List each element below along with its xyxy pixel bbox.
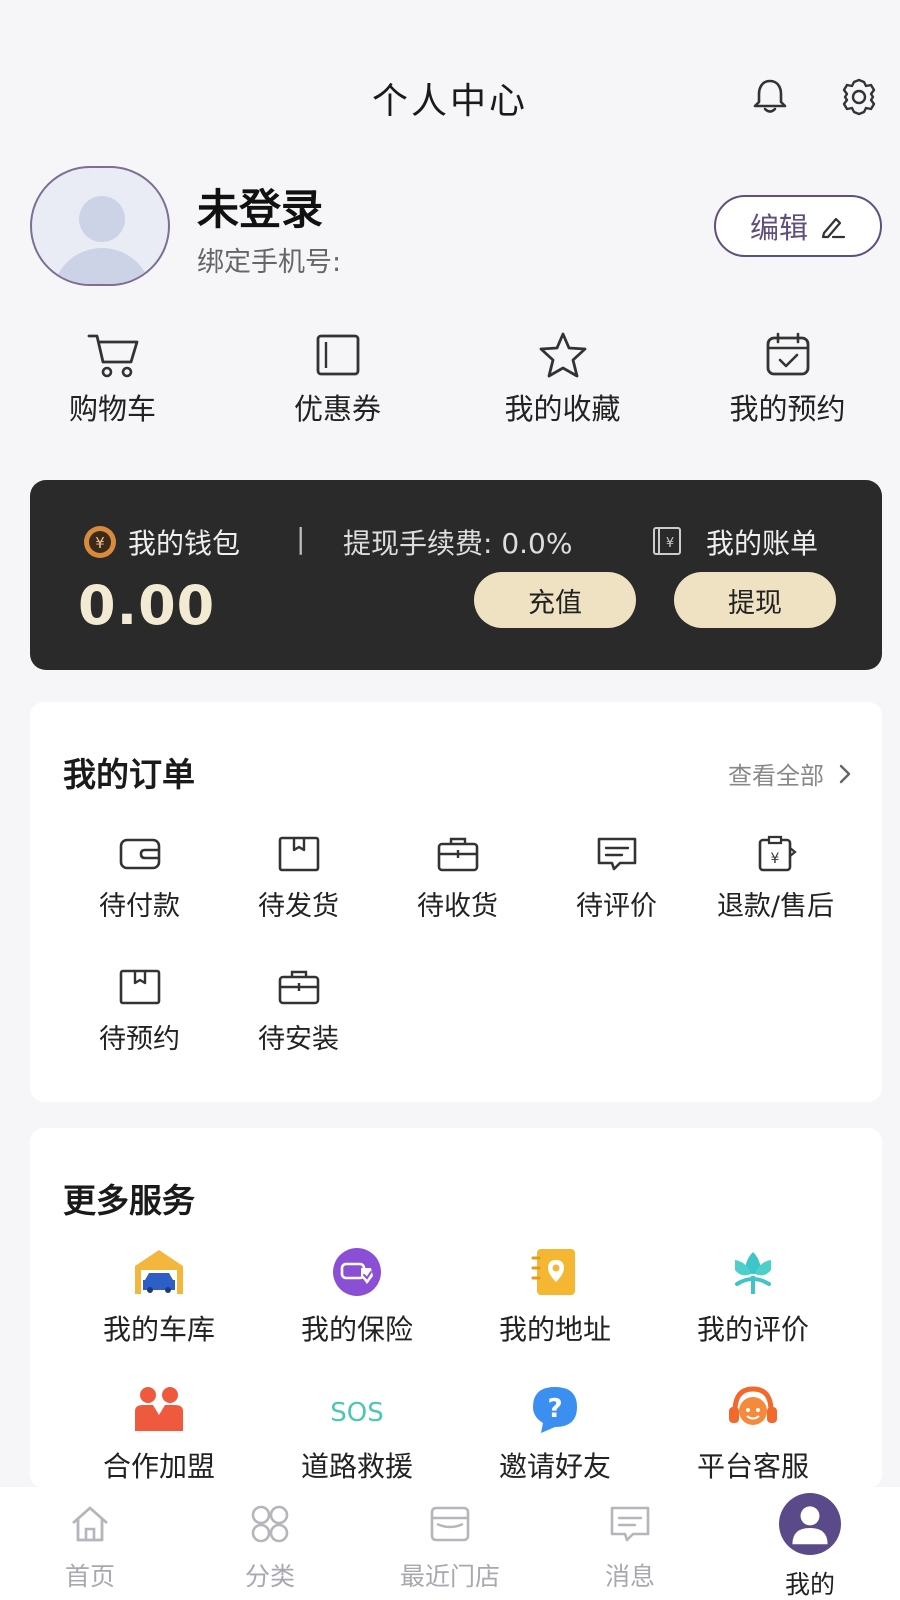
chevron-right-icon <box>839 764 851 783</box>
star-icon <box>539 332 586 378</box>
quick-link-coupon[interactable]: 优惠券 <box>225 330 450 440</box>
coupon-icon <box>316 334 359 376</box>
profile-section: 未登录 绑定手机号: 编辑 <box>0 160 900 290</box>
svg-text:¥: ¥ <box>666 536 674 551</box>
withdraw-button[interactable]: 提现 <box>674 572 836 628</box>
bill-icon: ¥ <box>653 527 681 555</box>
tab-mine[interactable]: 我的 <box>720 1487 900 1600</box>
order-pending-payment[interactable]: 待付款 <box>60 834 219 967</box>
withdraw-fee: 提现手续费: 0.0% <box>343 527 573 560</box>
view-all-orders-link[interactable]: 查看全部 <box>728 756 852 791</box>
cart-icon <box>87 334 138 378</box>
svg-text:?: ? <box>547 1394 562 1424</box>
service-my-reviews[interactable]: 我的评价 <box>654 1246 852 1383</box>
briefcase-icon <box>278 970 319 1005</box>
service-address[interactable]: 我的地址 <box>456 1246 654 1383</box>
svg-text:¥: ¥ <box>95 534 105 552</box>
box-icon <box>278 836 319 872</box>
services-card: 更多服务 我的车库 我的保险 我的地址 我的评价 合作加盟 SOS 道路救援 ?… <box>30 1128 882 1488</box>
avatar[interactable] <box>30 166 170 286</box>
wallet-icon <box>119 838 160 870</box>
tab-messages[interactable]: 消息 <box>540 1487 720 1600</box>
wallet-balance: 0.00 <box>78 574 216 637</box>
wallet-coin-icon: ¥ <box>84 526 116 558</box>
user-icon <box>779 1493 841 1555</box>
edit-label: 编辑 <box>749 211 808 245</box>
bottom-tab-bar: 首页 分类 最近门店 消息 我的 <box>0 1487 900 1600</box>
service-insurance[interactable]: 我的保险 <box>258 1246 456 1383</box>
order-pending-receipt[interactable]: 待收货 <box>378 834 537 967</box>
home-icon <box>72 1506 108 1542</box>
garage-icon <box>135 1250 183 1294</box>
wallet-title[interactable]: 我的钱包 <box>128 522 240 562</box>
gear-icon[interactable] <box>838 76 880 118</box>
quick-link-favorites[interactable]: 我的收藏 <box>450 330 675 440</box>
refund-icon: ¥ <box>758 835 797 872</box>
recharge-button[interactable]: 充值 <box>474 572 636 628</box>
bound-phone-label: 绑定手机号: <box>197 247 342 278</box>
order-refund-aftersale[interactable]: ¥ 退款/售后 <box>696 834 855 967</box>
user-name: 未登录 <box>197 185 324 234</box>
store-icon <box>430 1506 470 1542</box>
category-icon <box>251 1505 289 1543</box>
order-status-grid: 待付款 待发货 待收货 待评价 ¥ 退款/售后 待预约 待安装 <box>60 834 855 1100</box>
comment-icon <box>597 837 636 871</box>
edit-profile-button[interactable]: 编辑 <box>714 195 882 257</box>
question-icon: ? <box>533 1387 577 1433</box>
services-grid: 我的车库 我的保险 我的地址 我的评价 合作加盟 SOS 道路救援 ? 邀请好友… <box>60 1246 852 1520</box>
order-pending-appointment[interactable]: 待预约 <box>60 967 219 1100</box>
svg-text:SOS: SOS <box>330 1398 383 1428</box>
order-pending-installation[interactable]: 待安装 <box>219 967 378 1100</box>
message-icon <box>610 1506 650 1542</box>
orders-card: 我的订单 查看全部 待付款 待发货 待收货 待评价 ¥ 退款/售后 待预约 待安… <box>30 702 882 1102</box>
partners-icon <box>135 1387 183 1431</box>
pencil-icon <box>821 217 846 239</box>
tab-nearby-store[interactable]: 最近门店 <box>360 1487 540 1600</box>
address-icon <box>531 1249 575 1295</box>
headset-icon <box>729 1386 777 1425</box>
my-bill-link[interactable]: 我的账单 <box>706 522 818 562</box>
service-garage[interactable]: 我的车库 <box>60 1246 258 1383</box>
order-pending-review[interactable]: 待评价 <box>537 834 696 967</box>
orders-title: 我的订单 <box>63 755 195 794</box>
quick-links: 购物车 优惠券 我的收藏 我的预约 <box>0 330 900 440</box>
insurance-icon <box>333 1248 381 1296</box>
tab-home[interactable]: 首页 <box>0 1487 180 1600</box>
quick-link-appointments[interactable]: 我的预约 <box>675 330 900 440</box>
wallet-separator: | <box>296 522 306 555</box>
flower-icon <box>735 1252 771 1294</box>
services-title: 更多服务 <box>63 1181 195 1220</box>
header: 个人中心 <box>0 0 900 150</box>
calendar-icon <box>766 332 809 376</box>
briefcase-icon <box>437 837 478 872</box>
order-pending-shipment[interactable]: 待发货 <box>219 834 378 967</box>
tab-category[interactable]: 分类 <box>180 1487 360 1600</box>
sos-icon: SOS <box>330 1398 383 1428</box>
quick-link-cart[interactable]: 购物车 <box>0 330 225 440</box>
bell-icon[interactable] <box>750 76 790 116</box>
box-icon <box>119 969 160 1005</box>
wallet-card: ¥ 我的钱包 | 提现手续费: 0.0% ¥ 我的账单 0.00 充值 提现 <box>30 480 882 670</box>
svg-text:¥: ¥ <box>770 851 779 867</box>
